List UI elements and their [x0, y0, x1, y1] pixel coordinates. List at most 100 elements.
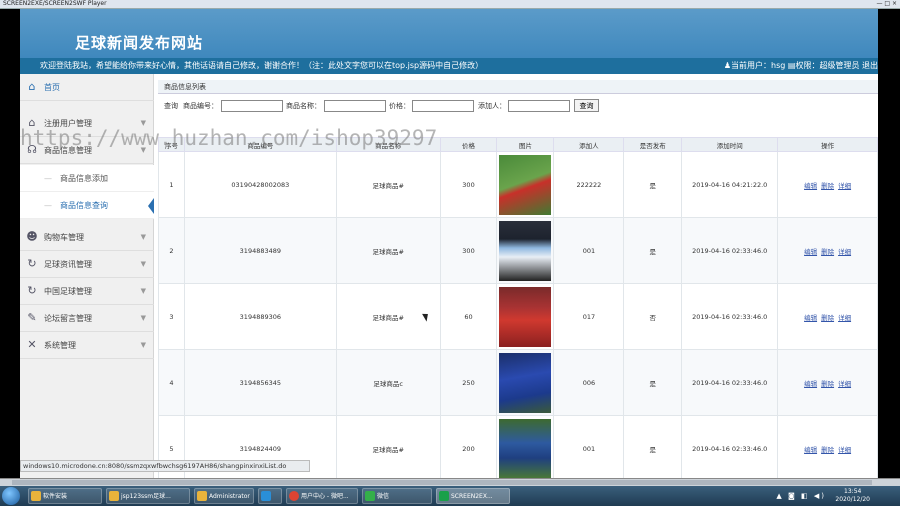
cell-no: 3 — [158, 283, 185, 350]
product-image[interactable] — [499, 352, 552, 413]
product-image[interactable] — [499, 220, 552, 281]
sidebar-subitem-goods-query[interactable]: — 商品信息查询 — [20, 192, 154, 219]
user-role: 权限：超级管理员 — [795, 61, 860, 70]
search-button[interactable]: 查询 — [574, 99, 599, 112]
detail-link[interactable]: 详细 — [838, 182, 851, 190]
cell-published: 是 — [623, 217, 683, 284]
adder-label: 添加人： — [478, 102, 506, 110]
clock[interactable]: 13:54 2020/12/20 — [835, 488, 870, 504]
user-icon: ♟ — [723, 61, 732, 70]
edit-link[interactable]: 编辑 — [804, 182, 817, 190]
scrollbar-thumb[interactable] — [12, 480, 872, 485]
product-image[interactable] — [499, 286, 552, 347]
sidebar-item-cart[interactable]: ☻ 购物车管理 ▼ — [20, 224, 154, 251]
sidebar-subitem-label: 商品信息添加 — [60, 174, 108, 183]
sidebar-subitem-goods-add[interactable]: — 商品信息添加 — [20, 165, 154, 192]
sidebar-item-home[interactable]: ⌂ 首页 — [20, 74, 154, 101]
wechat-icon — [365, 491, 375, 501]
welcome-bar: 欢迎登陆我站，希望能给你带来好心情，其他话语请自己修改，谢谢合作！（注：此处文字… — [20, 58, 878, 74]
refresh-icon: ↻ — [27, 284, 37, 297]
browser-viewport: 足球新闻发布网站 欢迎登陆我站，希望能给你带来好心情，其他话语请自己修改，谢谢合… — [20, 9, 878, 478]
cell-adder: 006 — [553, 349, 625, 416]
taskbar-item[interactable]: SCREEN2EX... — [436, 488, 510, 504]
cell-code: 3194889306 — [183, 283, 337, 350]
user-icon: ☻ — [26, 230, 38, 243]
player-title: SCREEN2EXE/SCREEN2SWF Player — [3, 0, 107, 7]
site-banner: 足球新闻发布网站 — [20, 9, 878, 58]
name-input[interactable] — [324, 100, 386, 112]
product-image[interactable] — [499, 154, 552, 215]
clock-date: 2020/12/20 — [835, 496, 870, 503]
folder-icon — [197, 491, 207, 501]
cell-adder: 017 — [553, 283, 625, 350]
cell-name: 足球商品# — [335, 415, 441, 478]
cell-time: 2019-04-16 04:21:22.0 — [681, 151, 779, 218]
tools-icon: ✕ — [27, 338, 37, 351]
price-label: 价格： — [389, 102, 410, 110]
sidebar-item-china-football[interactable]: ↻ 中国足球管理 ▼ — [20, 278, 154, 305]
table-row: 3 3194889306 足球商品# 60 017 否 2019-04-16 0… — [158, 283, 878, 350]
window-controls[interactable]: — □ × — [876, 0, 897, 8]
sidebar-item-label: 首页 — [44, 83, 60, 92]
cell-published: 否 — [623, 283, 683, 350]
col-ops: 操作 — [777, 137, 878, 152]
detail-link[interactable]: 详细 — [838, 380, 851, 388]
cell-name: 足球商品# — [335, 151, 441, 218]
delete-link[interactable]: 删除 — [821, 380, 834, 388]
taskbar-item[interactable]: 用户中心 - 微吧... — [286, 488, 358, 504]
code-label: 商品编号： — [183, 102, 218, 110]
chevron-down-icon: ▼ — [140, 341, 146, 349]
delete-link[interactable]: 删除 — [821, 314, 834, 322]
welcome-marquee: 欢迎登陆我站，希望能给你带来好心情，其他话语请自己修改，谢谢合作！（注：此处文字… — [40, 61, 484, 70]
sidebar-item-news[interactable]: ↻ 足球资讯管理 ▼ — [20, 251, 154, 278]
cell-price: 250 — [439, 349, 498, 416]
sidebar-item-forum[interactable]: ✎ 论坛留言管理 ▼ — [20, 305, 154, 332]
edit-link[interactable]: 编辑 — [804, 446, 817, 454]
taskbar-item[interactable]: 软件安装 — [28, 488, 102, 504]
tray-icons[interactable]: ▲ ◙ ◧ ◀) — [776, 492, 826, 500]
refresh-icon: ↻ — [27, 257, 37, 270]
edit-link[interactable]: 编辑 — [804, 248, 817, 256]
adder-input[interactable] — [508, 100, 570, 112]
taskbar-item[interactable]: 微信 — [362, 488, 432, 504]
edit-link[interactable]: 编辑 — [804, 380, 817, 388]
cell-name: 足球商品# — [335, 217, 441, 284]
chevron-down-icon: ▼ — [140, 287, 146, 295]
cell-no: 4 — [158, 349, 185, 416]
taskbar-item[interactable]: jsp123ssm足球... — [106, 488, 190, 504]
cell-published: 是 — [623, 415, 683, 478]
delete-link[interactable]: 删除 — [821, 446, 834, 454]
cell-price: 300 — [439, 217, 498, 284]
taskbar-item[interactable]: Administrator — [194, 488, 254, 504]
sidebar-item-system[interactable]: ✕ 系统管理 ▼ — [20, 332, 154, 359]
cell-adder: 001 — [553, 217, 625, 284]
logout-link[interactable]: 退出 — [862, 61, 878, 70]
detail-link[interactable]: 详细 — [838, 248, 851, 256]
player-titlebar: SCREEN2EXE/SCREEN2SWF Player — □ × — [0, 0, 900, 9]
cell-price: 300 — [439, 151, 498, 218]
chevron-down-icon: ▼ — [140, 314, 146, 322]
app-icon — [439, 491, 449, 501]
player-scrollbar[interactable] — [0, 478, 900, 486]
taskbar-item[interactable] — [258, 488, 282, 504]
cell-price: 60 — [439, 283, 498, 350]
cell-code: 03190428002083 — [183, 151, 337, 218]
delete-link[interactable]: 删除 — [821, 182, 834, 190]
search-query-label: 查询 — [164, 102, 178, 110]
code-input[interactable] — [221, 100, 283, 112]
start-button[interactable] — [2, 487, 20, 505]
detail-link[interactable]: 详细 — [838, 314, 851, 322]
delete-link[interactable]: 删除 — [821, 248, 834, 256]
cell-time: 2019-04-16 02:33:46.0 — [681, 349, 779, 416]
sidebar-item-label: 论坛留言管理 — [44, 314, 92, 323]
watermark: https://www.huzhan.com/ishop39297 — [20, 126, 438, 150]
detail-link[interactable]: 详细 — [838, 446, 851, 454]
price-input[interactable] — [412, 100, 474, 112]
sidebar-item-label: 足球资讯管理 — [44, 260, 92, 269]
edit-link[interactable]: 编辑 — [804, 314, 817, 322]
edit-icon: ✎ — [27, 311, 37, 324]
cell-no: 2 — [158, 217, 185, 284]
product-image[interactable] — [499, 418, 552, 478]
name-label: 商品名称： — [286, 102, 321, 110]
sidebar-subitem-label: 商品信息查询 — [60, 201, 108, 210]
